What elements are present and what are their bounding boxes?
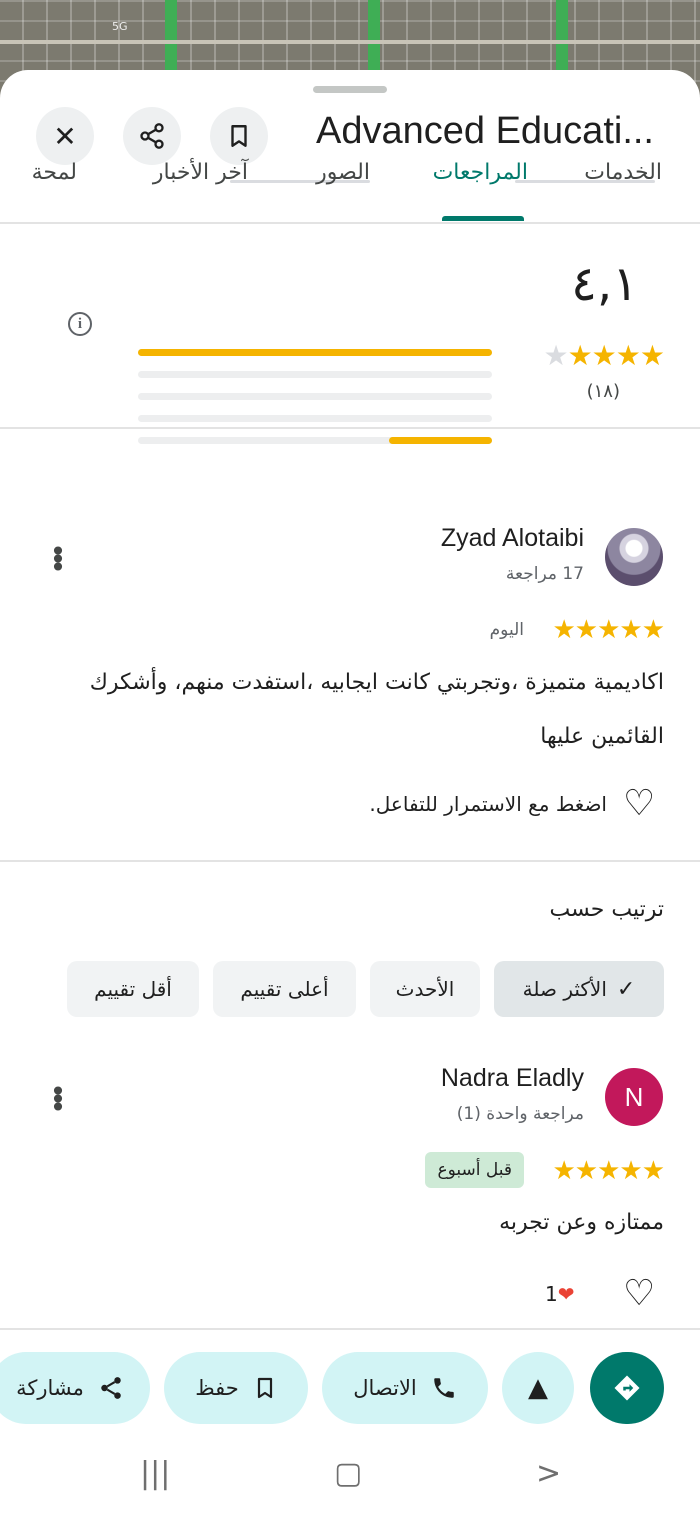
rating-bar-1: [138, 437, 492, 444]
save-place-button[interactable]: حفظ: [164, 1352, 308, 1424]
avatar[interactable]: N: [605, 1068, 663, 1126]
active-tab-indicator: [442, 216, 524, 221]
directions-icon: [614, 1375, 640, 1401]
like-count: 1: [545, 1282, 558, 1306]
tab-reviews[interactable]: المراجعات: [433, 160, 528, 185]
rating-summary: ٤,١ ★★★★★ (١٨) i: [0, 226, 700, 444]
star-icon: ★: [567, 339, 593, 372]
star-icon: ★: [615, 339, 641, 372]
tab-services[interactable]: الخدمات: [584, 160, 662, 185]
chip-label: الأحدث: [395, 977, 455, 1001]
rating-bar-4: [138, 371, 492, 378]
reaction-count: 1❤: [545, 1282, 575, 1306]
heart-icon[interactable]: ♡: [623, 786, 655, 822]
rating-bar-2: [138, 415, 492, 422]
call-button[interactable]: الاتصال: [322, 1352, 488, 1424]
interaction-hint: اضغط مع الاستمرار للتفاعل.: [369, 792, 607, 816]
sort-title: ترتيب حسب: [549, 897, 664, 922]
drag-handle[interactable]: [313, 86, 387, 93]
reviewer-meta: 17 مراجعة: [505, 564, 584, 584]
share-place-button[interactable]: مشاركة: [0, 1352, 150, 1424]
chip-label: أقل تقييم: [94, 977, 172, 1001]
review-stars: ★★★★★: [552, 615, 665, 645]
recent-apps-icon[interactable]: |||: [140, 1456, 170, 1491]
start-navigation-button[interactable]: ▲: [502, 1352, 574, 1424]
chip-label: الأكثر صلة: [522, 977, 607, 1001]
rating-bar-3: [138, 393, 492, 400]
review-count: (١٨): [586, 381, 620, 402]
network-indicator: 5G: [112, 20, 128, 33]
map-road: [0, 40, 700, 44]
share-label: مشاركة: [16, 1376, 84, 1400]
sort-chip-highest[interactable]: أعلى تقييم: [213, 961, 356, 1017]
directions-button[interactable]: [590, 1352, 664, 1424]
back-icon[interactable]: >: [536, 1456, 561, 1491]
rating-bar-5: [138, 349, 492, 356]
review-stars: ★★★★★: [552, 1156, 665, 1186]
home-icon[interactable]: ▢: [334, 1456, 362, 1491]
phone-icon: [434, 1378, 454, 1398]
reviewer-name[interactable]: Zyad Alotaibi: [441, 524, 584, 553]
avatar[interactable]: [605, 528, 663, 586]
star-icon: ★: [639, 339, 665, 372]
review-date: اليوم: [489, 620, 524, 640]
tab-bar: الخدمات المراجعات الصور آخر الأخبار لمحة: [0, 140, 700, 224]
average-stars: ★★★★★: [543, 339, 665, 372]
review-date-badge: قبل أسبوع: [425, 1152, 524, 1188]
sort-chip-lowest[interactable]: أقل تقييم: [67, 961, 199, 1017]
save-label: حفظ: [195, 1376, 239, 1400]
reviewer-meta: مراجعة واحدة (1): [456, 1104, 584, 1124]
heart-reaction-icon: ❤: [557, 1282, 575, 1306]
chip-label: أعلى تقييم: [240, 977, 329, 1001]
review-text[interactable]: اكاديمية متميزة ،وتجربتي كانت ايجابيه ،ا…: [44, 656, 664, 764]
info-icon[interactable]: i: [68, 312, 92, 336]
more-options-icon[interactable]: • • •: [48, 538, 68, 582]
action-bar: ▲ الاتصال حفظ مشاركة: [0, 1328, 700, 1444]
tab-overview[interactable]: لمحة: [32, 160, 77, 185]
check-icon: ✓: [616, 976, 636, 1002]
heart-icon[interactable]: ♡: [623, 1276, 655, 1312]
average-rating: ٤,١: [571, 256, 638, 312]
share-icon: [101, 1377, 121, 1399]
tab-updates[interactable]: آخر الأخبار: [153, 160, 248, 185]
sort-chip-relevant[interactable]: ✓ الأكثر صلة: [494, 961, 664, 1017]
bookmark-icon: [257, 1377, 272, 1399]
reviewer-name[interactable]: Nadra Eladly: [441, 1064, 584, 1093]
tab-photos[interactable]: الصور: [316, 160, 370, 185]
system-nav-bar: ||| ▢ >: [0, 1444, 700, 1518]
divider: [0, 860, 700, 862]
star-icon: ★: [543, 339, 568, 372]
rating-bar-fill: [389, 437, 492, 444]
rating-bar-fill: [138, 349, 492, 356]
navigation-arrow-icon: ▲: [528, 1373, 548, 1403]
star-icon: ★: [591, 339, 617, 372]
call-label: الاتصال: [353, 1376, 417, 1400]
sort-chip-newest[interactable]: الأحدث: [370, 961, 480, 1017]
more-options-icon[interactable]: • • •: [48, 1078, 68, 1122]
review-text[interactable]: ممتازه وعن تجربه: [44, 1196, 664, 1250]
